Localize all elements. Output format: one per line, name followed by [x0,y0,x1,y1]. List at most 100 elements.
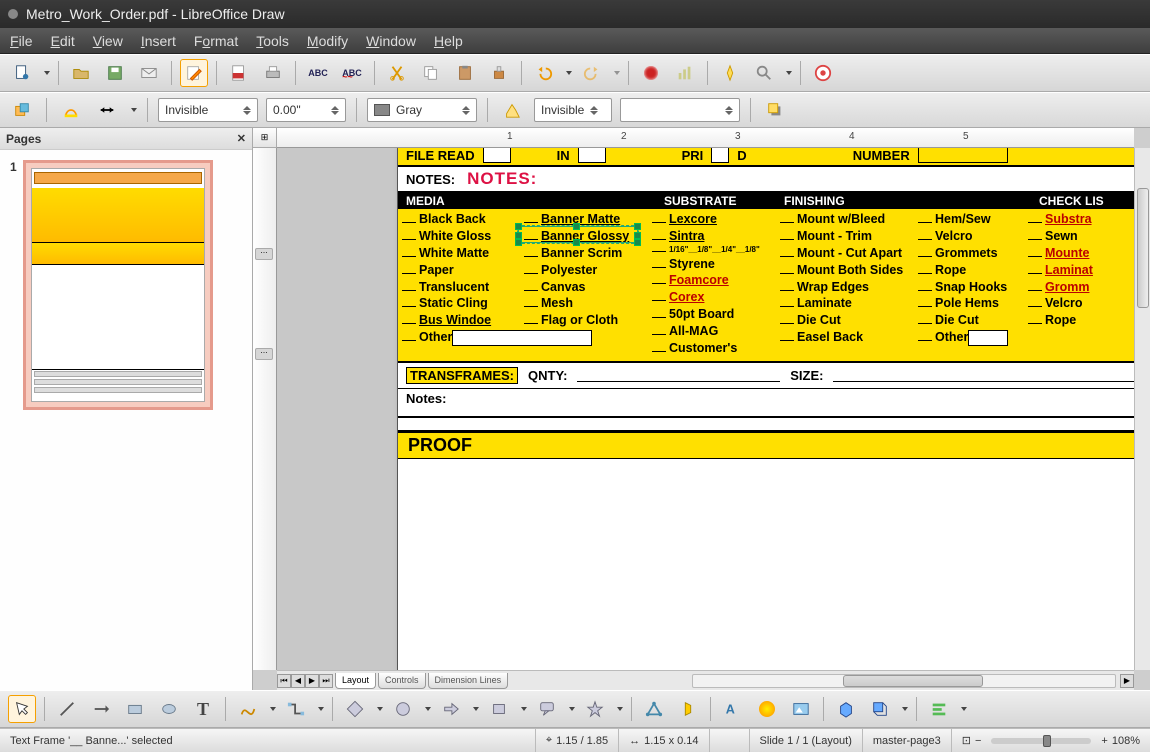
tab-nav-prev[interactable]: ◀ [291,674,305,688]
extrusion-dropdown-icon[interactable] [902,707,908,711]
save-button[interactable] [101,59,129,87]
align-dropdown-icon[interactable] [961,707,967,711]
scrollbar-thumb[interactable] [843,675,983,687]
ruler-vertical[interactable]: ⋯ ⋯ [253,148,277,670]
redo-button[interactable] [578,59,606,87]
record-button[interactable] [637,59,665,87]
print-button[interactable] [259,59,287,87]
fill-color-combo[interactable]: Gray [367,98,477,122]
glue-tool[interactable] [674,695,702,723]
scrollbar-thumb[interactable] [1137,188,1149,308]
layer-tab-dimension[interactable]: Dimension Lines [428,673,509,689]
line-tool[interactable] [53,695,81,723]
menu-window[interactable]: Window [366,33,416,49]
mail-button[interactable] [135,59,163,87]
pointer-tool[interactable] [8,695,36,723]
symbol-shapes-tool[interactable] [389,695,417,723]
arrange-button[interactable] [8,96,36,124]
from-file-tool[interactable] [753,695,781,723]
curve-dropdown-icon[interactable] [270,707,276,711]
line-width-combo[interactable]: 0.00" [266,98,346,122]
export-pdf-button[interactable] [225,59,253,87]
horizontal-scrollbar[interactable] [692,674,1116,688]
connector-dropdown-icon[interactable] [318,707,324,711]
menu-help[interactable]: Help [434,33,463,49]
flow-dropdown-icon[interactable] [521,707,527,711]
autospell-button[interactable]: ABC~~ [338,59,366,87]
symbol-dropdown-icon[interactable] [425,707,431,711]
gallery-button[interactable] [787,695,815,723]
toggle-extrusion-button[interactable] [866,695,894,723]
arrow-ends-button[interactable] [93,96,121,124]
menu-modify[interactable]: Modify [307,33,348,49]
tab-nav-next[interactable]: ▶ [305,674,319,688]
scroll-right-icon[interactable]: ▶ [1120,674,1134,688]
line-style-combo[interactable]: Invisible [158,98,258,122]
menu-format[interactable]: Format [194,33,238,49]
ellipse-tool[interactable] [155,695,183,723]
fill-style-combo[interactable]: Invisible [534,98,612,122]
zoom-out-icon[interactable]: − [975,735,981,747]
tab-nav-first[interactable]: ⏮ [277,674,291,688]
clone-format-button[interactable] [485,59,513,87]
basic-shapes-tool[interactable] [341,695,369,723]
open-button[interactable] [67,59,95,87]
area-button[interactable] [498,96,526,124]
help-button[interactable] [809,59,837,87]
callout-tool[interactable] [533,695,561,723]
line-color-button[interactable] [57,96,85,124]
vertical-scrollbar[interactable] [1134,148,1150,670]
zoom-button[interactable] [750,59,778,87]
tab-nav-last[interactable]: ⏭ [319,674,333,688]
ruler-corner[interactable]: ⊞ [253,128,277,148]
curve-tool[interactable] [234,695,262,723]
document-page[interactable]: FILE READ IN PRID NUMBER NOTES: NOTES: M… [397,148,1134,670]
text-tool[interactable]: T [189,695,217,723]
menu-insert[interactable]: Insert [141,33,176,49]
edit-mode-button[interactable] [180,59,208,87]
arrow-line-tool[interactable] [87,695,115,723]
shapes-dropdown-icon[interactable] [377,707,383,711]
shadow-button[interactable] [761,96,789,124]
layer-tab-layout[interactable]: Layout [335,673,376,689]
ruler-horizontal[interactable]: 1 2 3 4 5 [277,128,1134,148]
zoom-in-icon[interactable]: + [1101,735,1107,747]
menu-edit[interactable]: Edit [51,33,75,49]
layer-tab-controls[interactable]: Controls [378,673,426,689]
navigator-button[interactable] [716,59,744,87]
zoom-slider-knob[interactable] [1043,735,1051,747]
canvas-viewport[interactable]: FILE READ IN PRID NUMBER NOTES: NOTES: M… [277,148,1134,670]
undo-dropdown-icon[interactable] [566,71,572,75]
callout-dropdown-icon[interactable] [569,707,575,711]
connector-tool[interactable] [282,695,310,723]
flowchart-tool[interactable] [485,695,513,723]
arrows-dropdown-icon[interactable] [473,707,479,711]
menu-file[interactable]: File [10,33,33,49]
undo-button[interactable] [530,59,558,87]
arrow-shapes-tool[interactable] [437,695,465,723]
paste-button[interactable] [451,59,479,87]
zoom-dropdown-icon[interactable] [786,71,792,75]
points-tool[interactable] [640,695,668,723]
chart-button[interactable] [671,59,699,87]
cut-button[interactable] [383,59,411,87]
extrusion-tool[interactable] [832,695,860,723]
redo-dropdown-icon[interactable] [614,71,620,75]
zoom-fit-icon[interactable]: ⊡ [962,734,971,747]
fontwork-tool[interactable]: A [719,695,747,723]
new-button[interactable] [8,59,36,87]
arrow-ends-dropdown-icon[interactable] [131,108,137,112]
star-dropdown-icon[interactable] [617,707,623,711]
fill-detail-combo[interactable] [620,98,740,122]
menu-view[interactable]: View [93,33,123,49]
panel-close-icon[interactable]: ✕ [237,132,246,145]
menu-tools[interactable]: Tools [256,33,289,49]
spellcheck-button[interactable]: ABC [304,59,332,87]
star-tool[interactable] [581,695,609,723]
selection-box[interactable] [518,226,638,243]
new-dropdown-icon[interactable] [44,71,50,75]
page-thumbnail[interactable] [23,160,213,410]
alignment-button[interactable] [925,695,953,723]
copy-button[interactable] [417,59,445,87]
zoom-slider[interactable] [991,738,1091,744]
